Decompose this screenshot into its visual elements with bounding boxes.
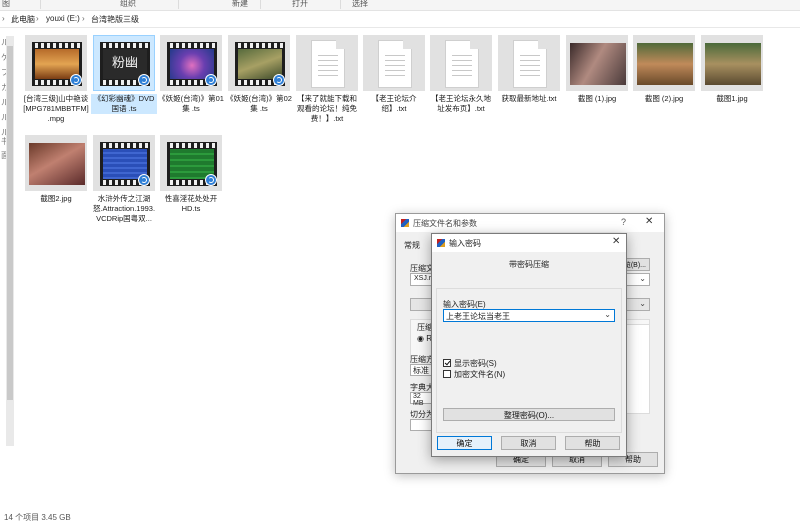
- file-name: 截图2.jpg: [40, 194, 72, 203]
- password-dialog: 输入密码 ✕ 带密码压缩 输入密码(E) 上老王论坛当老王 ⌄ 显示密码(S) …: [431, 233, 627, 457]
- ribbon-item-open[interactable]: 打开: [292, 0, 308, 9]
- file-name: 【老王论坛永久地址发布页】.txt: [431, 94, 491, 113]
- show-password-checkbox[interactable]: [443, 359, 451, 367]
- winrar-icon: [437, 239, 445, 247]
- ribbon: 图 组织 新建 打开 选择: [0, 0, 800, 11]
- chevron-down-icon[interactable]: ⌄: [604, 310, 611, 319]
- show-password-label[interactable]: 显示密码(S): [454, 358, 497, 369]
- file-name: 《妖姬(台湾)》第01集 .ts: [158, 94, 224, 113]
- split-input[interactable]: [410, 419, 432, 431]
- dialog-title: 压缩文件名和参数: [413, 219, 477, 228]
- document-icon: [378, 40, 412, 88]
- options-panel: [626, 324, 650, 414]
- ribbon-separator: [40, 0, 41, 9]
- photo-preview: [705, 43, 761, 85]
- tab-general[interactable]: 常规: [404, 240, 420, 251]
- video-thumbnail: [160, 35, 222, 91]
- video-thumbnail: [160, 135, 222, 191]
- chevron-right-icon: ›: [2, 14, 5, 23]
- text-file-thumbnail: [430, 35, 492, 91]
- status-bar: 14 个项目 3.45 GB: [0, 510, 800, 522]
- text-file-thumbnail: [296, 35, 358, 91]
- ok-button[interactable]: 确定: [437, 436, 492, 450]
- file-name: 《幻彩幽魂》DVD国语 .ts: [91, 94, 157, 114]
- document-icon: [311, 40, 345, 88]
- dialog-title-bar[interactable]: 输入密码 ✕: [432, 234, 626, 252]
- file-name: 获取最新地址.txt: [501, 94, 557, 103]
- file-name: 水浒外传之江湖怒.Attraction.1993.VCDRip国粤双...: [92, 194, 156, 223]
- help-icon[interactable]: ?: [621, 217, 626, 227]
- photo-preview: [637, 43, 693, 85]
- chevron-down-icon[interactable]: ⌄: [639, 274, 646, 283]
- video-thumbnail: 粉幽: [93, 35, 155, 91]
- close-icon[interactable]: ✕: [645, 216, 653, 227]
- sync-icon: [70, 74, 82, 86]
- file-name: 性喜淫花处处开HD.ts: [164, 194, 218, 213]
- file-name: 【老王论坛介绍】.txt: [371, 94, 417, 113]
- password-group: 输入密码(E) 上老王论坛当老王 ⌄ 显示密码(S) 加密文件名(N) 整理密码…: [436, 288, 622, 433]
- file-name: [台湾三级]山中艳谈[MPG781MBBTFM].mpg: [23, 94, 89, 123]
- sync-icon: [205, 74, 217, 86]
- document-icon: [513, 40, 547, 88]
- breadcrumb-drive[interactable]: youxi (E:): [46, 14, 80, 23]
- text-file-thumbnail: [363, 35, 425, 91]
- image-thumbnail: [633, 35, 695, 91]
- photo-preview: [29, 143, 85, 185]
- video-thumbnail: [25, 35, 87, 91]
- ribbon-item-new[interactable]: 新建: [232, 0, 248, 9]
- address-bar[interactable]: › 此电脑 › youxi (E:) › 台湾艳版三级: [0, 11, 800, 28]
- breadcrumb-folder[interactable]: 台湾艳版三级: [91, 14, 139, 25]
- ribbon-separator: [260, 0, 261, 9]
- dialog-title-bar[interactable]: 压缩文件名和参数 ? ✕: [396, 214, 664, 232]
- video-thumbnail: [93, 135, 155, 191]
- document-icon: [445, 40, 479, 88]
- chevron-right-icon: ›: [36, 14, 39, 23]
- text-file-thumbnail: [498, 35, 560, 91]
- file-name: 【来了就能下载和观看的论坛！纯免费！】.txt: [297, 94, 357, 123]
- dictionary-dropdown[interactable]: 32 MB: [410, 392, 432, 407]
- file-name: 截图1.jpg: [716, 94, 748, 103]
- breadcrumb-this-pc[interactable]: 此电脑: [11, 14, 35, 25]
- photo-preview: [570, 43, 626, 85]
- password-value: 上老王论坛当老王: [446, 312, 510, 321]
- encrypt-filenames-label[interactable]: 加密文件名(N): [454, 369, 505, 380]
- ribbon-item-0[interactable]: 图: [2, 0, 10, 9]
- scrollbar-thumb[interactable]: [7, 46, 13, 400]
- file-name: 截图 (2).jpg: [644, 94, 684, 103]
- method-dropdown[interactable]: 标准: [410, 364, 432, 376]
- image-thumbnail: [701, 35, 763, 91]
- close-icon[interactable]: ✕: [612, 236, 620, 247]
- organize-passwords-button[interactable]: 整理密码(O)...: [443, 408, 615, 421]
- dialog-heading: 带密码压缩: [509, 260, 549, 269]
- file-name: 截图 (1).jpg: [577, 94, 617, 103]
- file-name: 《妖姬(台湾)》第02集 .ts: [226, 94, 292, 113]
- chevron-down-icon[interactable]: ⌄: [639, 299, 646, 308]
- ribbon-separator: [178, 0, 179, 9]
- password-input[interactable]: 上老王论坛当老王 ⌄: [443, 309, 615, 322]
- video-thumbnail: [228, 35, 290, 91]
- nav-scrollbar[interactable]: [6, 36, 14, 446]
- winrar-icon: [401, 219, 409, 227]
- image-thumbnail: [25, 135, 87, 191]
- chevron-right-icon: ›: [82, 14, 85, 23]
- dialog-title: 输入密码: [449, 239, 481, 248]
- image-thumbnail: [566, 35, 628, 91]
- status-text: 14 个项目 3.45 GB: [4, 513, 71, 522]
- sync-icon: [138, 74, 150, 86]
- help-button[interactable]: 帮助: [565, 436, 620, 450]
- sync-icon: [138, 174, 150, 186]
- encrypt-filenames-checkbox[interactable]: [443, 370, 451, 378]
- sync-icon: [273, 74, 285, 86]
- ribbon-item-select[interactable]: 选择: [352, 0, 368, 9]
- sync-icon: [205, 174, 217, 186]
- ribbon-separator: [340, 0, 341, 9]
- ribbon-item-organize[interactable]: 组织: [120, 0, 136, 9]
- cancel-button[interactable]: 取消: [501, 436, 556, 450]
